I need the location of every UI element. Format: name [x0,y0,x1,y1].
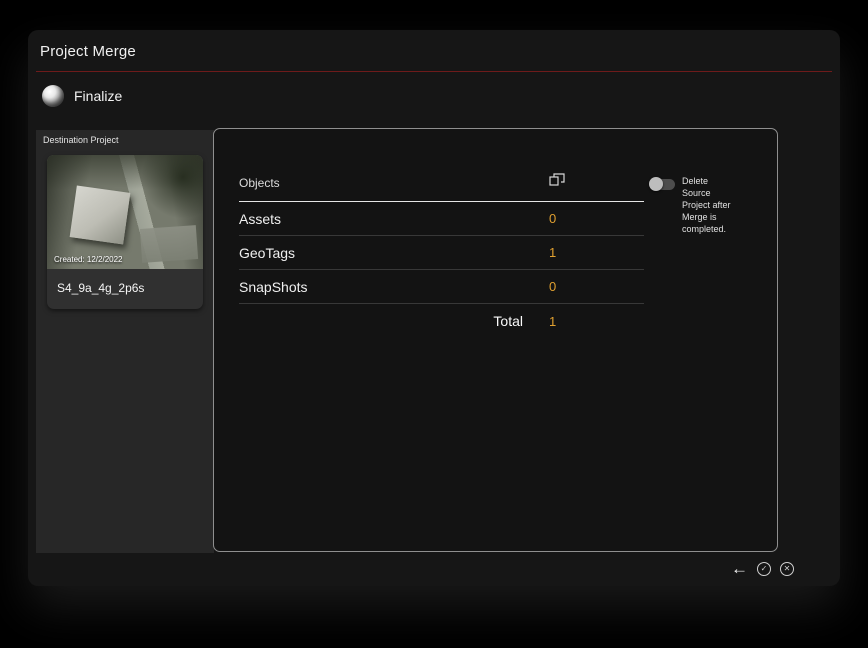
table-row: SnapShots 0 [239,270,644,304]
confirm-button[interactable]: ✓ [757,562,771,576]
table-row: Assets 0 [239,202,644,236]
total-label: Total [493,313,523,329]
objects-table: Objects Assets 0 GeoTags 1 SnapShots 0 T… [239,167,644,338]
table-row: GeoTags 1 [239,236,644,270]
finalize-step: Finalize [28,72,840,120]
back-button[interactable]: ← [731,560,748,577]
destination-project-thumbnail: Created: 12/2/2022 [47,155,203,269]
row-value: 1 [549,245,557,260]
dialog-actions: ← ✓ ✕ [731,560,794,577]
destination-project-label: Destination Project [43,135,119,145]
row-value: 0 [549,279,557,294]
created-date-label: Created: 12/2/2022 [54,255,123,264]
row-label: GeoTags [239,244,296,261]
row-label: SnapShots [239,278,308,295]
objects-header-label: Objects [239,175,280,190]
page-title: Project Merge [40,43,136,60]
row-value: 0 [549,211,557,226]
thumbnail-lot-decoration [139,225,199,263]
delete-source-option: Delete Source Project after Merge is com… [649,175,769,235]
table-total-row: Total 1 [239,304,644,338]
objects-table-header: Objects [239,167,644,202]
delete-source-label: Delete Source Project after Merge is com… [682,176,731,234]
thumbnail-building-decoration [69,185,131,245]
total-value: 1 [549,313,557,329]
destination-project-name: S4_9a_4g_2p6s [57,281,145,295]
destination-project-panel: Destination Project Created: 12/2/2022 S… [36,130,214,553]
merge-count-icon [549,173,565,186]
finalize-step-label: Finalize [74,88,123,104]
titlebar: Project Merge [28,30,840,69]
finalize-step-icon [42,85,64,107]
objects-count-column [549,173,644,192]
destination-project-card[interactable]: Created: 12/2/2022 S4_9a_4g_2p6s [47,155,203,309]
delete-source-toggle[interactable] [649,177,675,191]
toggle-knob [649,177,663,191]
thumbnail-trees-decoration [141,155,203,219]
cancel-button[interactable]: ✕ [780,562,794,576]
project-merge-dialog: Project Merge Finalize Destination Proje… [28,30,840,586]
row-label: Assets [239,210,282,227]
merge-summary-panel: Objects Assets 0 GeoTags 1 SnapShots 0 T… [213,128,778,552]
